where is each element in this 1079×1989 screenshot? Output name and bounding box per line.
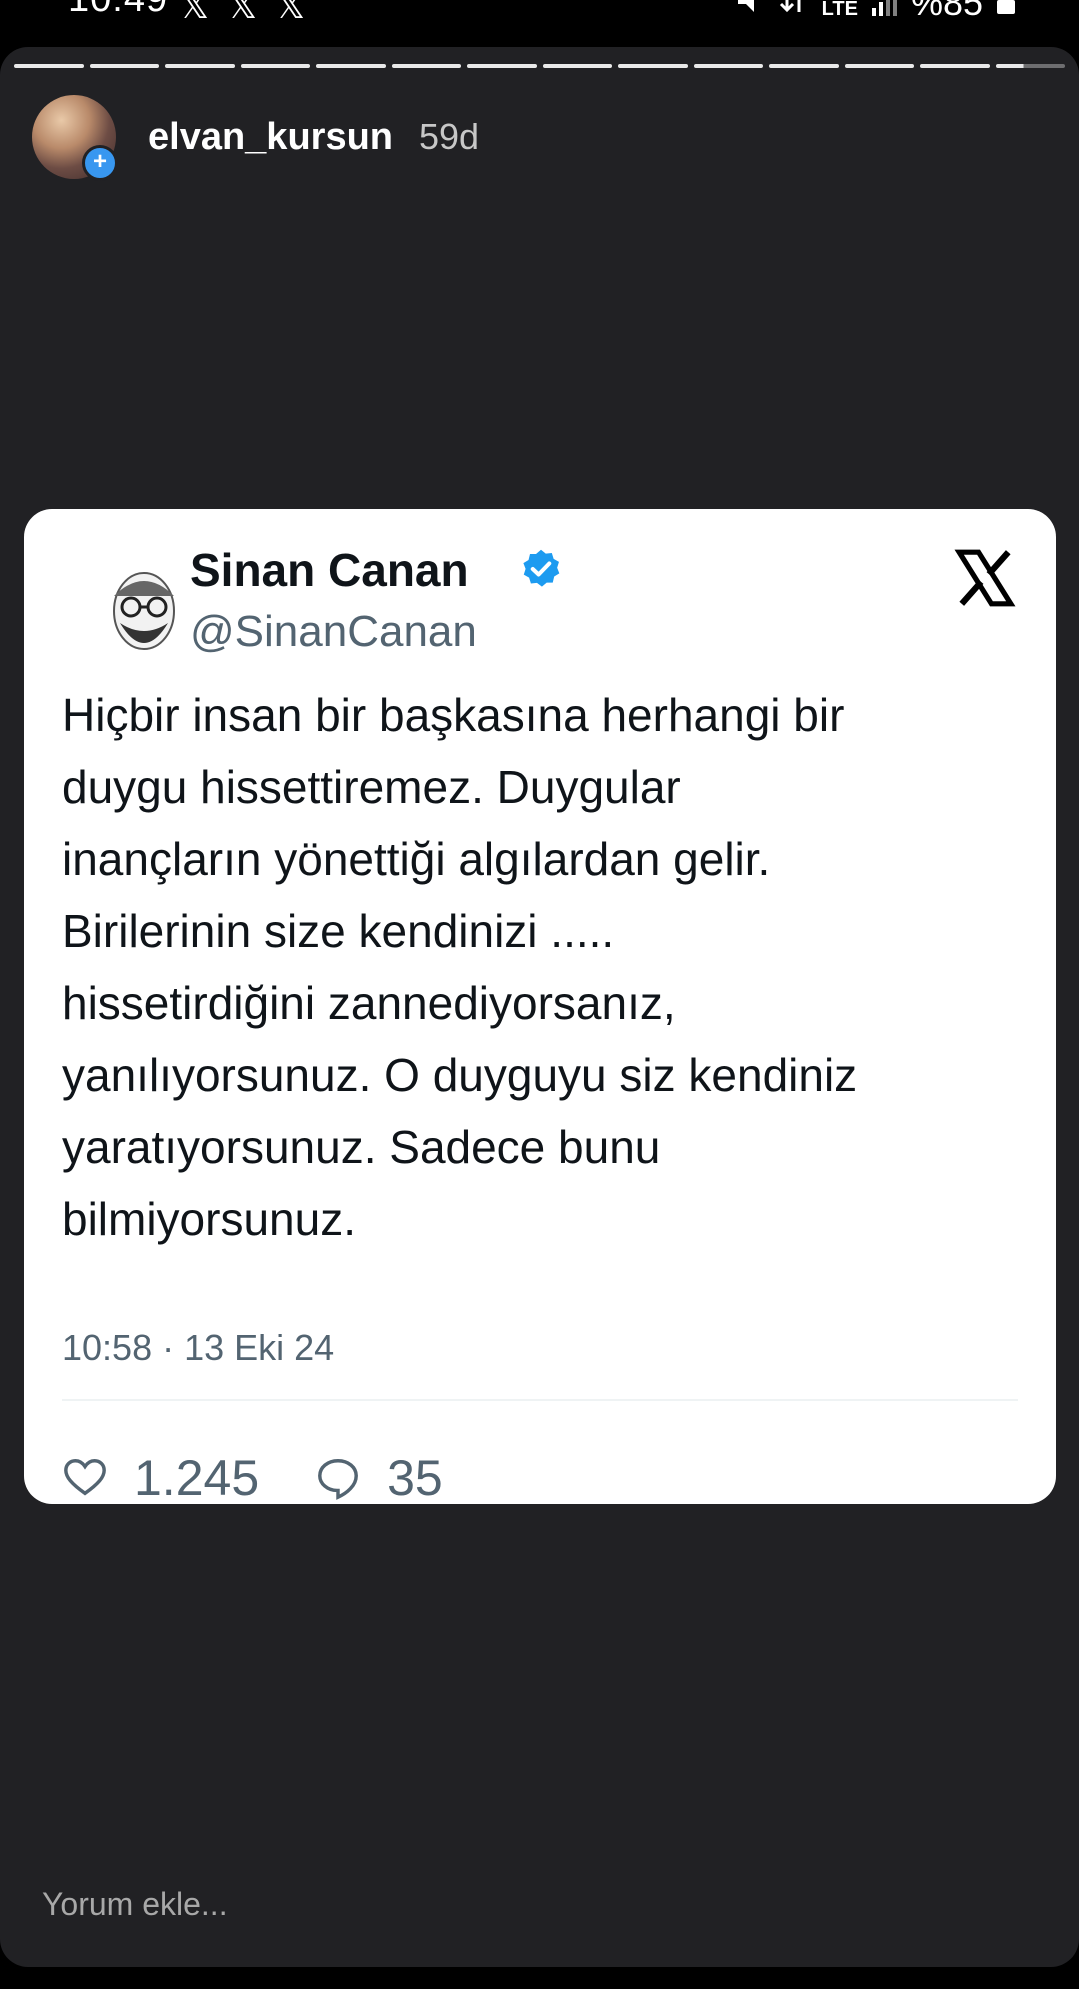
x-logo-icon: 𝕏 [228,0,258,27]
add-story-icon[interactable]: + [82,145,118,181]
mute-icon [737,0,754,12]
tweet-stats: 1.245 35 [62,1449,499,1507]
tweet-author-name: Sinan Canan [190,544,469,596]
story-progress-segment [693,64,763,68]
story-progress-segment [995,64,1065,68]
verified-badge-icon [523,549,560,587]
x-logo-icon: 𝕏 [276,0,306,27]
reply-icon [318,1459,359,1500]
reply-count: 35 [387,1450,443,1506]
story-progress-segment [14,64,84,68]
story-username[interactable]: elvan_kursun [148,116,393,159]
x-logo-icon [954,549,1016,607]
battery-percent: %85 [910,0,983,23]
story-progress-segment [240,64,310,68]
tweet-card: Sinan Canan @SinanCanan Hiçbir insan bir… [24,509,1056,1507]
story-viewer[interactable]: + elvan_kursun 59d Sinan Canan @SinanCan… [0,47,1079,1967]
divider [62,1399,1018,1401]
story-time-ago: 59d [419,116,480,157]
tweet-timestamp: 10:58 · 13 Eki 24 [62,1327,335,1368]
tweet-author-handle: @SinanCanan [190,607,477,656]
story-progress-segment [165,64,235,68]
data-transfer-icon [779,0,801,13]
story-header: + elvan_kursun 59d [32,95,480,181]
story-progress-segment [769,64,839,68]
network-type: LTE [821,0,858,20]
like-count: 1.245 [134,1450,260,1506]
avatar[interactable]: + [32,95,118,181]
story-progress-segment [89,64,159,68]
comment-input[interactable]: Yorum ekle... [42,1886,228,1923]
tweet-text: Hiçbir insan bir başkasına herhangi bir … [62,689,858,1245]
story-progress-segment [844,64,914,68]
heart-icon [64,1459,106,1496]
story-progress-segment [618,64,688,68]
story-progress-segment [316,64,386,68]
battery-icon [997,0,1015,14]
story-progress-segment [920,64,990,68]
story-progress-segment [542,64,612,68]
signal-icon [871,0,897,16]
status-bar: 10:49 𝕏 𝕏 𝕏 LTE %85 [0,0,1079,30]
status-time: 10:49 [68,0,168,21]
story-progress-segment [467,64,537,68]
story-progress-segment [391,64,461,68]
x-logo-icon: 𝕏 [180,0,210,27]
tweet-author-avatar [84,551,204,671]
status-right-group: LTE %85 [734,0,1015,24]
story-progress-bar [14,64,1065,68]
